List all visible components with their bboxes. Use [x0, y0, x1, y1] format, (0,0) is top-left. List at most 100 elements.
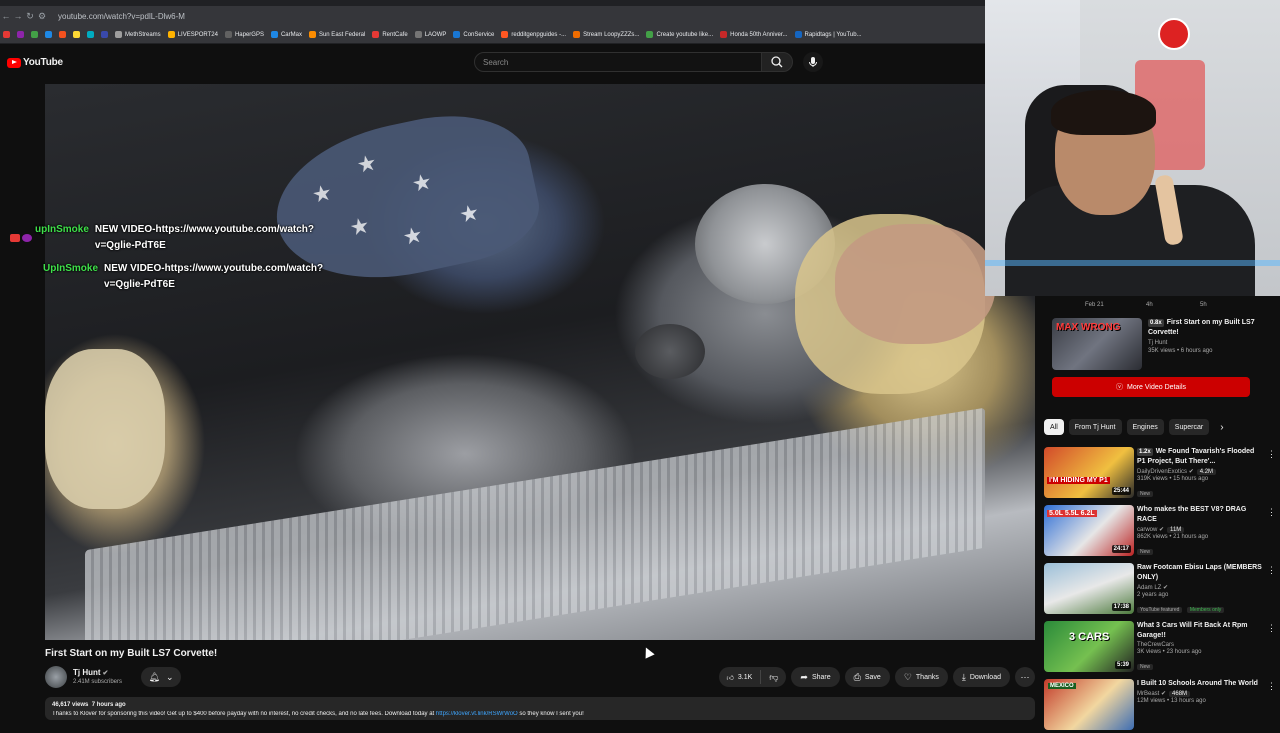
- reload-icon[interactable]: ↻: [24, 11, 36, 22]
- download-button[interactable]: ⤓ Download: [952, 667, 1010, 687]
- youtube-play-icon: [7, 57, 21, 68]
- bookmark-icon[interactable]: [3, 31, 10, 38]
- verified-icon: ✔: [1163, 585, 1169, 591]
- more-video-details-button[interactable]: ⓥ More Video Details: [1052, 377, 1250, 397]
- notifications-button[interactable]: 🔔︎ ⌄: [141, 667, 181, 687]
- bookmark-icon[interactable]: [101, 31, 108, 38]
- verified-icon: ✔: [1161, 691, 1167, 697]
- like-dislike-group: 👍︎ 3.1K 👎︎: [718, 667, 787, 687]
- video-thumbnail[interactable]: I'M HIDING MY P1 25:44: [1044, 447, 1134, 498]
- bookmark-item[interactable]: Stream LoopyZZZs...: [573, 31, 639, 38]
- bookmark-item[interactable]: LIVESPORT24: [167, 31, 218, 38]
- bookmark-item[interactable]: LAOWP: [414, 31, 446, 38]
- search-input[interactable]: Search: [474, 52, 762, 72]
- dislike-button[interactable]: 👎︎: [761, 672, 786, 683]
- recommended-video[interactable]: 5.0L 5.5L 6.2L 24:17 Who makes the BEST …: [1044, 505, 1276, 559]
- mouse-cursor-icon: [641, 645, 655, 659]
- video-thumbnail[interactable]: 17:38: [1044, 563, 1134, 614]
- channel-name[interactable]: Tj Hunt ✔: [73, 668, 108, 677]
- chevron-right-icon[interactable]: ›: [1220, 422, 1223, 433]
- search-button[interactable]: [761, 52, 793, 72]
- like-button[interactable]: 👍︎ 3.1K: [719, 670, 762, 684]
- description-link[interactable]: https://klover.vt.link/RSWrWoO: [436, 711, 518, 717]
- chevron-down-icon: ⌄: [165, 671, 174, 682]
- address-bar[interactable]: ← → ↻ ⚙ youtube.com/watch?v=pdlL-Dlw6-M: [0, 6, 985, 26]
- bookmark-icon: ⎙: [853, 671, 861, 682]
- search-icon: [771, 56, 783, 68]
- bookmark-item[interactable]: MethStreams: [115, 31, 161, 38]
- more-icon: ⋯: [1020, 671, 1030, 682]
- bookmark-icon[interactable]: [59, 31, 66, 38]
- bookmark-item[interactable]: HaperGPS: [224, 31, 264, 38]
- star-badge-icon: [22, 234, 32, 242]
- bookmark-icon[interactable]: [73, 31, 80, 38]
- webcam-overlay: [985, 0, 1280, 296]
- bookmarks-bar: MethStreams LIVESPORT24 HaperGPS CarMax …: [0, 26, 985, 44]
- forward-icon[interactable]: →: [12, 11, 24, 21]
- more-icon[interactable]: ⋮: [1267, 449, 1276, 460]
- honda-logo: [1158, 18, 1190, 50]
- save-button[interactable]: ⎙ Save: [844, 667, 890, 687]
- info-icon: ⓥ: [1115, 384, 1123, 391]
- more-icon[interactable]: ⋮: [1267, 681, 1276, 692]
- current-video-thumbnail[interactable]: MAX WRONG: [1052, 318, 1142, 370]
- video-player[interactable]: ★ ★ ★ ★ ★ ★: [45, 84, 1035, 640]
- bookmark-item[interactable]: redditgenpguides -...: [501, 31, 566, 38]
- recommended-video[interactable]: MEXICO I Built 10 Schools Around The Wor…: [1044, 679, 1276, 733]
- verified-icon: ✔: [1159, 527, 1165, 533]
- back-icon[interactable]: ←: [0, 11, 12, 21]
- heart-dollar-icon: ♡: [903, 671, 912, 682]
- bookmark-icon[interactable]: [17, 31, 24, 38]
- site-info-icon[interactable]: ⚙: [36, 11, 48, 22]
- description-box[interactable]: 46,617 views 7 hours ago Thanks to Klove…: [45, 697, 1035, 720]
- more-icon[interactable]: ⋮: [1267, 507, 1276, 518]
- current-video-info[interactable]: 0.8x First Start on my Built LS7 Corvette…: [1148, 318, 1278, 354]
- stream-chat-overlay: upInSmoke NEW VIDEO-https://www.youtube.…: [10, 222, 350, 300]
- youtube-logo[interactable]: YouTube: [7, 57, 63, 68]
- microphone-icon: [809, 57, 817, 67]
- chart-label: 4h: [1146, 302, 1153, 308]
- channel-avatar[interactable]: [45, 666, 67, 688]
- bookmark-item[interactable]: Honda 50th Anniver...: [720, 31, 788, 38]
- bookmark-icon[interactable]: [45, 31, 52, 38]
- more-icon[interactable]: ⋮: [1267, 623, 1276, 634]
- chip-supercar[interactable]: Supercar: [1168, 419, 1210, 435]
- share-button[interactable]: ➦ Share: [791, 667, 840, 687]
- chat-message: UpInSmoke NEW VIDEO-https://www.youtube.…: [10, 261, 350, 293]
- bookmark-icon[interactable]: [87, 31, 94, 38]
- thanks-button[interactable]: ♡ Thanks: [894, 667, 948, 687]
- video-thumbnail[interactable]: MEXICO: [1044, 679, 1134, 730]
- video-frame-cap: [635, 324, 705, 379]
- video-thumbnail[interactable]: 3 CARS 5:39: [1044, 621, 1134, 672]
- description-text: Thanks to Klover for sponsoring this vid…: [52, 711, 435, 717]
- verified-icon: ✔: [1188, 469, 1194, 475]
- download-icon: ⤓: [961, 671, 966, 682]
- chip-from-channel[interactable]: From Tj Hunt: [1068, 419, 1122, 435]
- bookmark-item[interactable]: ConService: [453, 31, 494, 38]
- voice-search-button[interactable]: [803, 52, 823, 72]
- description-tail: so they know I sent you!: [519, 711, 584, 717]
- bookmark-item[interactable]: Create youtube like...: [646, 31, 713, 38]
- recommended-video[interactable]: 3 CARS 5:39 What 3 Cars Will Fit Back At…: [1044, 621, 1276, 675]
- chip-engines[interactable]: Engines: [1126, 419, 1164, 435]
- chat-username: UpInSmoke: [43, 263, 99, 274]
- bookmark-item[interactable]: RentCafe: [372, 31, 408, 38]
- bookmark-icon[interactable]: [31, 31, 38, 38]
- bookmark-item[interactable]: CarMax: [270, 31, 302, 38]
- video-actions: 👍︎ 3.1K 👎︎ ➦ Share ⎙ Save ♡ Thanks ⤓ Download…: [718, 667, 1035, 687]
- chat-username: upInSmoke: [35, 224, 89, 235]
- video-frame-hand: [835, 224, 995, 344]
- chat-text: NEW VIDEO-https://www.youtube.com/watch?…: [104, 263, 324, 290]
- more-icon[interactable]: ⋮: [1267, 565, 1276, 576]
- url-text[interactable]: youtube.com/watch?v=pdlL-Dlw6-M: [58, 12, 185, 21]
- youtube-badge-icon: [10, 234, 20, 242]
- recommended-video[interactable]: 17:38 Raw Footcam Ebisu Laps (MEMBERS ON…: [1044, 563, 1276, 617]
- more-actions-button[interactable]: ⋯: [1015, 667, 1035, 687]
- bookmark-item[interactable]: Rapidtags | YouTub...: [794, 31, 862, 38]
- video-frame-radiator: [85, 407, 985, 640]
- recommended-video[interactable]: I'M HIDING MY P1 25:44 1.2x We Found Tava…: [1044, 447, 1276, 501]
- video-thumbnail[interactable]: 5.0L 5.5L 6.2L 24:17: [1044, 505, 1134, 556]
- chip-all[interactable]: All: [1044, 419, 1064, 435]
- channel-row: Tj Hunt ✔ 2.41M subscribers 🔔︎ ⌄ 👍︎ 3.1K 👎…: [45, 666, 1035, 688]
- bookmark-item[interactable]: Sun East Federal: [308, 31, 365, 38]
